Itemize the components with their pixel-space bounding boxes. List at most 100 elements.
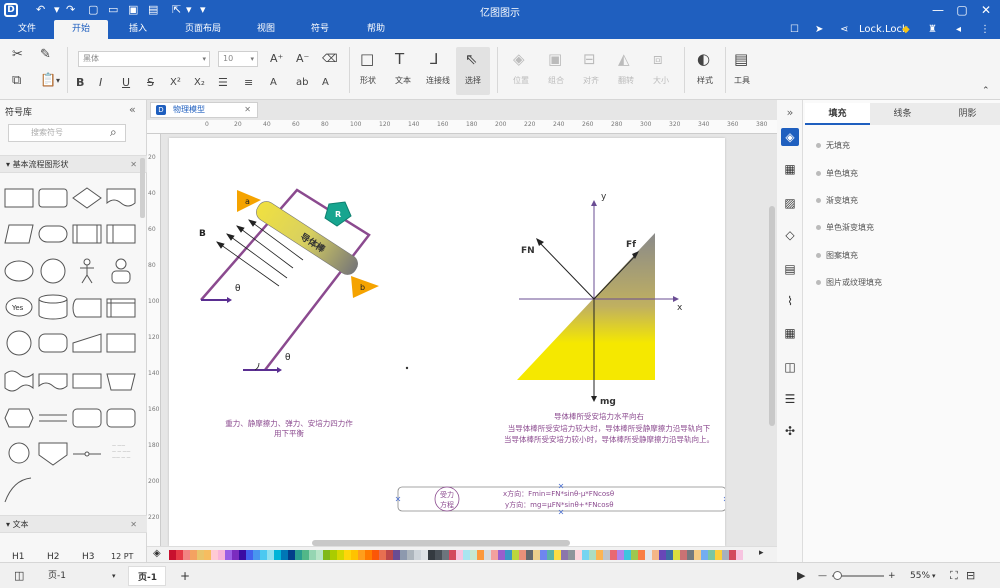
shape-process[interactable] bbox=[4, 188, 34, 208]
color-swatch[interactable] bbox=[183, 550, 190, 560]
chevron-down-icon[interactable]: ▾ bbox=[54, 3, 60, 17]
text-sample-12pt[interactable]: 12 PT bbox=[111, 552, 133, 561]
menu-tab-file[interactable]: 文件 bbox=[10, 20, 44, 39]
style-button[interactable]: 样式 bbox=[688, 75, 722, 86]
color-swatch[interactable] bbox=[309, 550, 316, 560]
color-swatch[interactable] bbox=[232, 550, 239, 560]
menu-tab-home[interactable]: 开始 bbox=[54, 20, 108, 39]
connector-button[interactable]: 连接线 bbox=[421, 75, 455, 86]
search-icon[interactable]: ⌕ bbox=[110, 125, 117, 140]
minimize-icon[interactable]: — bbox=[928, 2, 948, 18]
shape-tape[interactable] bbox=[4, 370, 34, 392]
color-swatch[interactable] bbox=[316, 550, 323, 560]
color-swatch[interactable] bbox=[400, 550, 407, 560]
undo-icon[interactable]: ↶ bbox=[36, 3, 45, 17]
color-swatch[interactable] bbox=[239, 550, 246, 560]
italic-icon[interactable]: I bbox=[99, 75, 102, 91]
export-icon[interactable]: ⇱ bbox=[172, 3, 181, 17]
menu-tab-page-layout[interactable]: 页面布局 bbox=[172, 20, 234, 39]
color-swatch[interactable] bbox=[652, 550, 659, 560]
color-swatch[interactable] bbox=[666, 550, 673, 560]
color-swatch[interactable] bbox=[358, 550, 365, 560]
incline-rail-diagram[interactable]: 导体棒 R a b B θ θ 重力、静摩擦力、弹力、安培力四力作 用下平衡 bbox=[199, 188, 379, 438]
color-swatch[interactable] bbox=[323, 550, 330, 560]
strikethrough-icon[interactable]: S bbox=[147, 75, 154, 91]
menu-tab-view[interactable]: 视图 bbox=[246, 20, 286, 39]
color-swatch[interactable] bbox=[547, 550, 554, 560]
font-grow-icon[interactable]: A⁺ bbox=[270, 51, 283, 67]
more-icon[interactable]: ⋮ bbox=[980, 22, 990, 37]
image-icon[interactable]: ▨ bbox=[781, 194, 799, 212]
font-size-select[interactable]: 10 ▾ bbox=[218, 51, 258, 67]
color-swatch[interactable] bbox=[260, 550, 267, 560]
tools-button[interactable]: 工具 bbox=[725, 75, 759, 86]
open-folder-icon[interactable]: ▭ bbox=[108, 3, 118, 17]
color-swatch[interactable] bbox=[645, 550, 652, 560]
section-basic-flowchart[interactable]: ▾ 基本流程图形状 ✕ bbox=[0, 155, 147, 173]
label-b[interactable]: b bbox=[351, 276, 379, 298]
tab-fill[interactable]: 填充 bbox=[805, 103, 870, 125]
send-icon[interactable]: ➤ bbox=[815, 22, 823, 37]
color-swatch[interactable] bbox=[372, 550, 379, 560]
shape-icon[interactable]: □ bbox=[360, 51, 374, 67]
tools-icon[interactable]: ▤ bbox=[734, 51, 748, 67]
tab-shadow[interactable]: 阴影 bbox=[935, 103, 1000, 125]
close-section-icon[interactable]: ✕ bbox=[130, 156, 137, 173]
shape-ellipse[interactable] bbox=[4, 260, 34, 282]
format-painter-icon[interactable]: ✎ bbox=[40, 47, 51, 63]
color-swatch[interactable] bbox=[204, 550, 211, 560]
menu-tab-help[interactable]: 帮助 bbox=[356, 20, 396, 39]
select-icon[interactable]: ⇖ bbox=[465, 51, 478, 67]
shape-data[interactable] bbox=[4, 224, 34, 244]
chevron-down-icon[interactable]: ▾ bbox=[186, 3, 192, 17]
align-objects-icon[interactable]: ⊟ bbox=[583, 51, 596, 67]
color-swatch[interactable] bbox=[225, 550, 232, 560]
color-swatch[interactable] bbox=[470, 550, 477, 560]
print-icon[interactable]: ▤ bbox=[148, 3, 158, 17]
color-swatch[interactable] bbox=[435, 550, 442, 560]
text-sample-h3[interactable]: H3 bbox=[82, 552, 95, 562]
text-button[interactable]: 文本 bbox=[386, 75, 420, 86]
flip-icon[interactable]: ◭ bbox=[618, 51, 630, 67]
drawing-page[interactable]: 导体棒 R a b B θ θ 重力、静摩擦力、弹力、安培力四力作 用下平衡 y… bbox=[169, 138, 729, 546]
zoom-slider-handle[interactable] bbox=[833, 571, 842, 580]
tab-line[interactable]: 线条 bbox=[870, 103, 935, 125]
color-swatch[interactable] bbox=[365, 550, 372, 560]
case-icon[interactable]: ab bbox=[296, 75, 308, 91]
shape-manual-operation[interactable] bbox=[106, 373, 136, 391]
chart-icon[interactable]: ⌇ bbox=[781, 292, 799, 310]
position-icon[interactable]: ◈ bbox=[513, 51, 525, 67]
shape-offpage-connector[interactable] bbox=[38, 442, 68, 466]
vertical-scrollbar[interactable] bbox=[769, 206, 775, 426]
color-swatch[interactable] bbox=[442, 550, 449, 560]
color-swatch[interactable] bbox=[589, 550, 596, 560]
color-swatch[interactable] bbox=[421, 550, 428, 560]
text-sample-h1[interactable]: H1 bbox=[12, 552, 25, 562]
color-swatch[interactable] bbox=[575, 550, 582, 560]
color-swatch[interactable] bbox=[281, 550, 288, 560]
color-swatch[interactable] bbox=[659, 550, 666, 560]
zoom-in-icon[interactable]: + bbox=[888, 569, 896, 583]
font-shrink-icon[interactable]: A⁻ bbox=[296, 51, 309, 67]
color-swatch[interactable] bbox=[603, 550, 610, 560]
zoom-level[interactable]: 55% bbox=[910, 569, 930, 583]
shape-document[interactable] bbox=[106, 188, 136, 207]
subscript-icon[interactable]: X₂ bbox=[194, 75, 205, 91]
color-swatch[interactable] bbox=[337, 550, 344, 560]
fit-page-icon[interactable]: ⛶ bbox=[950, 569, 958, 583]
color-swatch[interactable] bbox=[722, 550, 729, 560]
table-icon[interactable]: ▦ bbox=[781, 324, 799, 342]
paste-icon[interactable]: 📋 bbox=[40, 73, 56, 89]
color-swatch[interactable] bbox=[449, 550, 456, 560]
panel-scrollbar[interactable] bbox=[140, 158, 145, 218]
color-swatch[interactable] bbox=[246, 550, 253, 560]
fill-option-none[interactable]: 无填充 bbox=[816, 140, 850, 151]
cut-icon[interactable]: ✂ bbox=[12, 47, 23, 63]
size-icon[interactable]: ⧈ bbox=[653, 51, 663, 67]
shirt-icon[interactable]: ♜ bbox=[928, 22, 937, 37]
font-family-select[interactable]: 黑体 ▾ bbox=[78, 51, 210, 67]
color-swatch[interactable] bbox=[428, 550, 435, 560]
fill-option-solid[interactable]: 单色填充 bbox=[816, 168, 858, 179]
color-swatch[interactable] bbox=[596, 550, 603, 560]
color-swatch[interactable] bbox=[407, 550, 414, 560]
